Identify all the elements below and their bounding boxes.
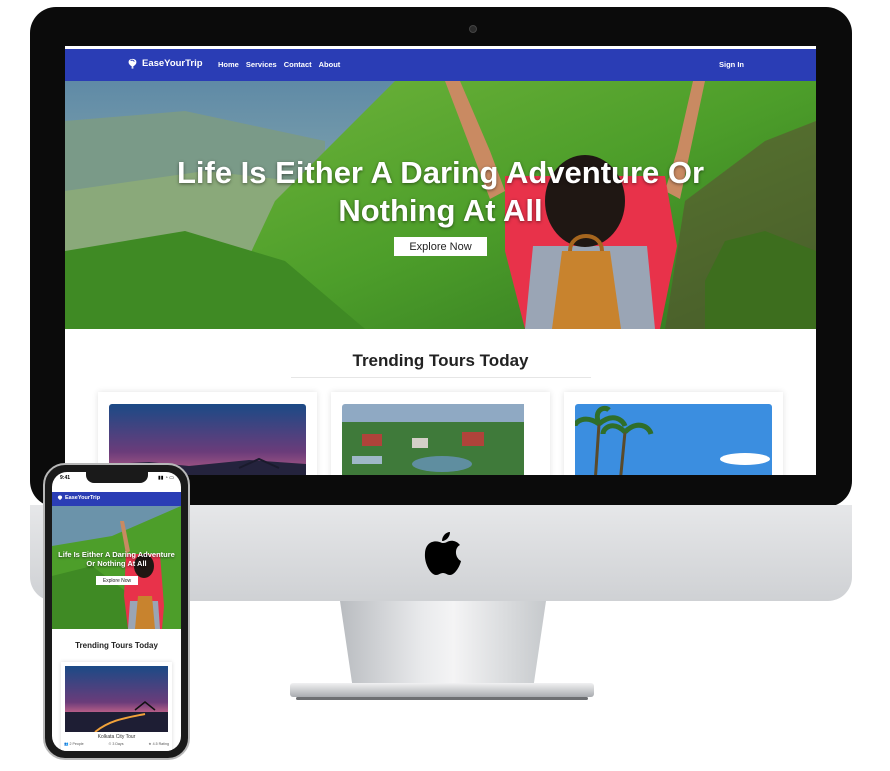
tour-card-image — [575, 404, 772, 475]
sign-in-link[interactable]: Sign In — [719, 60, 744, 69]
mobile-tour-name: Kolkata City Tour — [97, 734, 136, 740]
hero-title-line-1: Life Is Either A Daring Adventure Or — [176, 155, 705, 190]
mobile-hero-title-line-1: Life Is Either A Daring Adventure — [58, 550, 175, 559]
explore-now-button[interactable]: Explore Now — [394, 237, 487, 256]
phone-notch — [86, 472, 148, 483]
tour-rating: 4.5 Rating — [152, 742, 169, 746]
tour-card-image — [342, 404, 539, 475]
mobile-tour-card-image — [65, 666, 168, 732]
star-icon: ★ 4.5 Rating — [148, 742, 169, 746]
hot-air-balloon-icon — [128, 58, 137, 69]
hero-title-line-2: Nothing At All — [338, 193, 543, 228]
trending-divider — [291, 377, 591, 378]
tour-people: 2 People — [69, 742, 84, 746]
status-bar-time: 9:41 — [60, 475, 71, 481]
brand-name: EaseYourTrip — [142, 58, 203, 69]
apple-logo-icon — [424, 532, 461, 575]
hero-title: Life Is Either A Daring Adventure Or Not… — [65, 154, 816, 230]
brand-logo[interactable]: EaseYourTrip — [127, 58, 203, 69]
nav-link-about[interactable]: About — [319, 60, 341, 69]
mobile-hero-banner: Life Is Either A Daring Adventure Or Not… — [52, 506, 181, 629]
mobile-brand-name: EaseYourTrip — [65, 495, 101, 501]
nav-link-services[interactable]: Services — [246, 60, 277, 69]
imac-stand-base — [290, 683, 594, 697]
trending-section-title: Trending Tours Today — [352, 351, 529, 370]
camera-icon — [469, 25, 477, 33]
mobile-tour-card[interactable]: Kolkata City Tour 👥 2 People ⏱ 3 Days ★ … — [61, 662, 172, 751]
nav-link-contact[interactable]: Contact — [284, 60, 312, 69]
clock-icon: ⏱ 3 Days — [108, 742, 124, 746]
tour-days: 3 Days — [112, 742, 124, 746]
imac-stand-neck — [340, 601, 546, 685]
imac-stand-shadow — [296, 697, 588, 700]
people-icon: 👥 2 People — [64, 742, 84, 746]
phone-frame: 9:41 ▮▮ ◔ ▭ EaseYourTrip Life Is Either … — [43, 463, 190, 760]
nav-links: Home Services Contact About — [218, 60, 340, 69]
mobile-navbar: EaseYourTrip — [52, 492, 181, 506]
mobile-hero-title-line-2: Or Nothing At All — [86, 559, 147, 568]
status-bar-signal-icon: ▮▮ ◔ ▭ — [157, 475, 174, 481]
nav-link-home[interactable]: Home — [218, 60, 239, 69]
mobile-screen: 9:41 ▮▮ ◔ ▭ EaseYourTrip Life Is Either … — [52, 472, 181, 751]
hot-air-balloon-icon — [57, 495, 63, 500]
hero-banner: Life Is Either A Daring Adventure Or Not… — [65, 81, 816, 329]
tour-card-resort[interactable] — [331, 392, 550, 475]
navbar: EaseYourTrip Home Services Contact About… — [65, 49, 816, 81]
mobile-trending-title: Trending Tours Today — [75, 641, 158, 650]
mobile-brand-logo[interactable]: EaseYourTrip — [57, 495, 100, 501]
mobile-tour-meta: 👥 2 People ⏱ 3 Days ★ 4.5 Rating — [64, 742, 169, 746]
desktop-screen: EaseYourTrip Home Services Contact About… — [65, 46, 816, 475]
mobile-hero-title: Life Is Either A Daring Adventure Or Not… — [52, 550, 181, 568]
tour-card-beach[interactable] — [564, 392, 783, 475]
mobile-explore-now-button[interactable]: Explore Now — [96, 576, 138, 585]
